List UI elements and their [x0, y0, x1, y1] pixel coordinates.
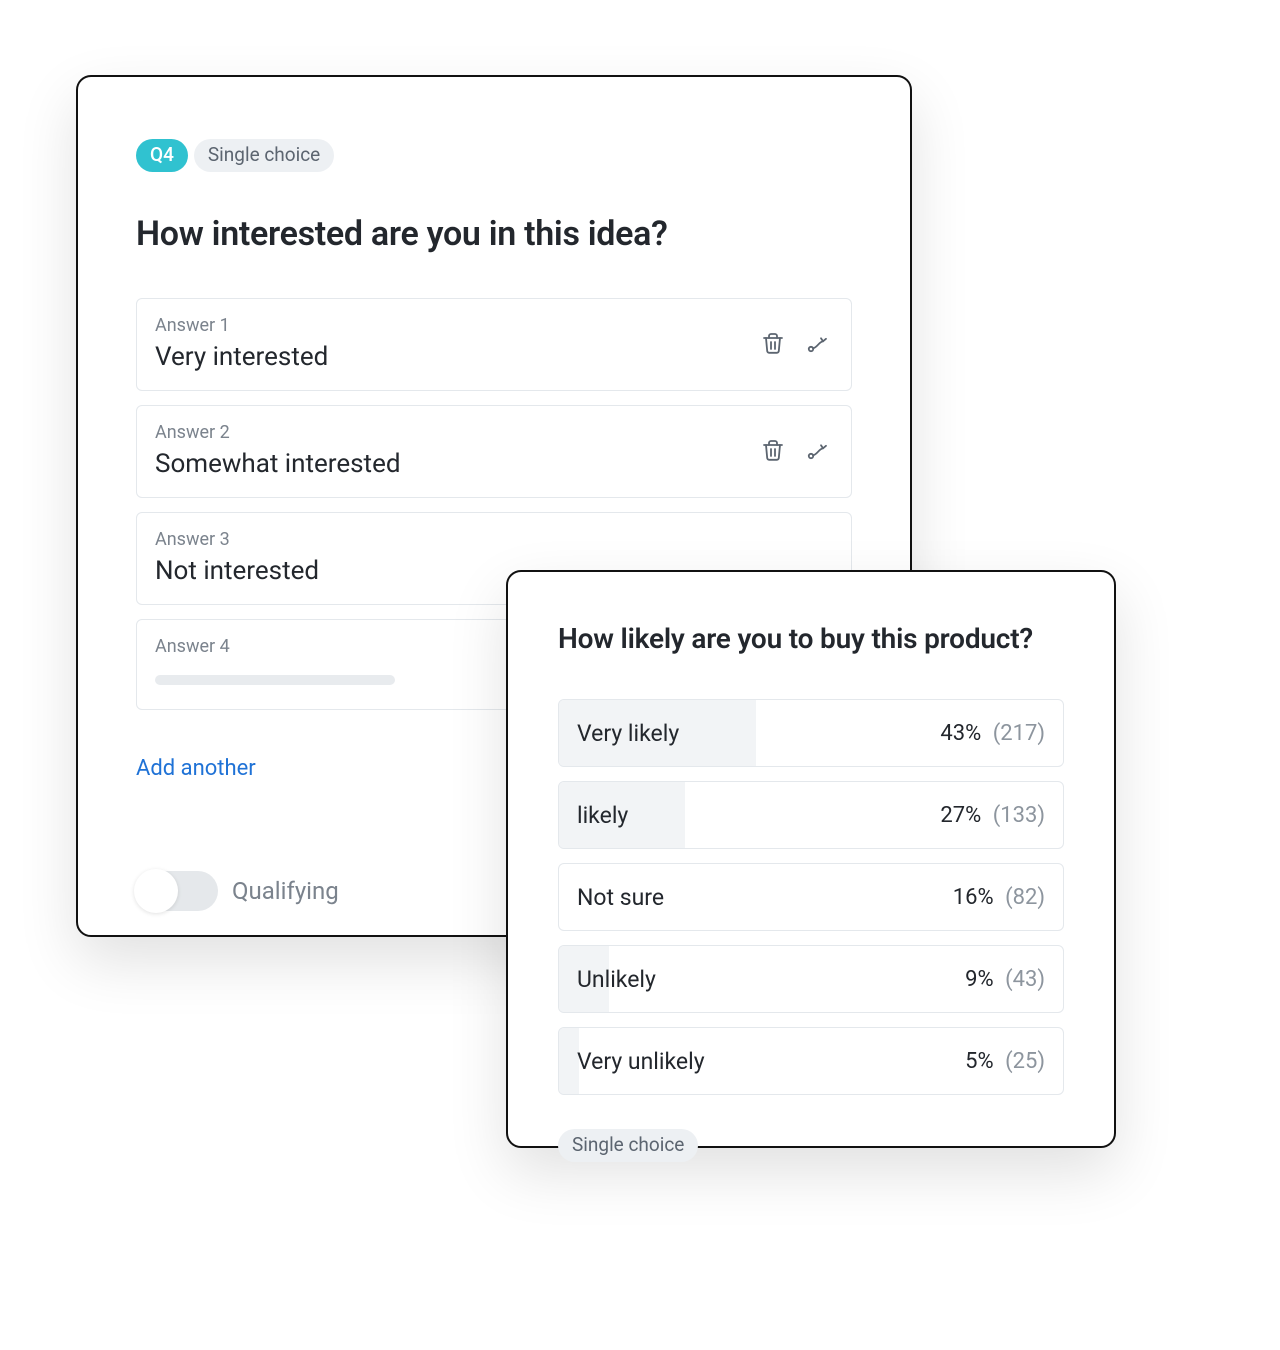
result-label: Not sure [577, 884, 664, 911]
results-card: How likely are you to buy this product? … [506, 570, 1116, 1148]
result-percent: 5 [965, 1049, 977, 1074]
trash-icon[interactable] [759, 330, 787, 358]
branch-icon[interactable] [805, 437, 833, 465]
answer-text-input[interactable]: Somewhat interested [155, 449, 833, 479]
result-percent: 9 [965, 967, 977, 992]
answer-text-placeholder[interactable] [155, 675, 395, 685]
add-another-button[interactable]: Add another [136, 756, 256, 781]
result-count: (43) [1005, 967, 1045, 992]
result-value: 16% (82) [953, 885, 1045, 910]
answer-label: Answer 1 [155, 315, 833, 336]
result-percent: 43 [940, 721, 965, 746]
result-row: likely 27% (133) [558, 781, 1064, 849]
toggle-knob [134, 869, 178, 913]
qualifying-label: Qualifying [232, 877, 339, 905]
question-number-pill: Q4 [136, 139, 188, 172]
result-count: (82) [1005, 885, 1045, 910]
result-label: Unlikely [577, 966, 656, 993]
question-title[interactable]: How interested are you in this idea? [136, 214, 852, 254]
answer-row[interactable]: Answer 1 Very interested [136, 298, 852, 391]
results-question-title: How likely are you to buy this product? [558, 622, 1064, 655]
result-count: (217) [993, 721, 1045, 746]
result-percent: 16 [953, 885, 978, 910]
result-count: (133) [993, 803, 1045, 828]
results-container: Very likely 43% (217) likely 27% (133) Not s… [558, 699, 1064, 1095]
result-label: Very unlikely [577, 1048, 705, 1075]
result-row: Not sure 16% (82) [558, 863, 1064, 931]
result-label: likely [577, 802, 628, 829]
results-type-pill: Single choice [558, 1129, 698, 1162]
answer-label: Answer 3 [155, 529, 833, 550]
answer-row[interactable]: Answer 2 Somewhat interested [136, 405, 852, 498]
question-tags: Q4 Single choice [136, 139, 852, 172]
answer-actions [759, 437, 833, 465]
trash-icon[interactable] [759, 437, 787, 465]
qualifying-toggle[interactable] [136, 871, 218, 911]
result-row: Unlikely 9% (43) [558, 945, 1064, 1013]
results-type-row: Single choice [558, 1129, 1064, 1162]
result-value: 5% (25) [965, 1049, 1045, 1074]
question-type-pill: Single choice [194, 139, 334, 172]
result-value: 9% (43) [965, 967, 1045, 992]
result-row: Very likely 43% (217) [558, 699, 1064, 767]
branch-icon[interactable] [805, 330, 833, 358]
result-value: 27% (133) [940, 803, 1045, 828]
result-label: Very likely [577, 720, 679, 747]
result-percent: 27 [940, 803, 965, 828]
answer-actions [759, 330, 833, 358]
result-value: 43% (217) [940, 721, 1045, 746]
result-row: Very unlikely 5% (25) [558, 1027, 1064, 1095]
result-count: (25) [1005, 1049, 1045, 1074]
answer-label: Answer 2 [155, 422, 833, 443]
answer-text-input[interactable]: Very interested [155, 342, 833, 372]
